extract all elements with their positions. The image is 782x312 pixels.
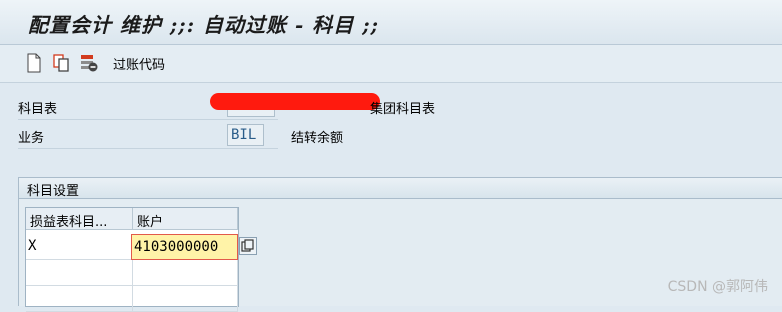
copy-icon[interactable] bbox=[52, 53, 70, 73]
value-help-icon bbox=[241, 239, 254, 252]
empty-cell[interactable] bbox=[133, 286, 238, 312]
chart-of-accounts-desc: 集团科目表 bbox=[370, 102, 436, 117]
group-title: 科目设置 bbox=[27, 184, 80, 199]
empty-cell[interactable] bbox=[26, 260, 133, 286]
chart-of-accounts-label: 科目表 bbox=[18, 102, 58, 117]
account-table: 损益表科目... 账户 X 4103000000 bbox=[25, 207, 239, 312]
transaction-label: 业务 bbox=[18, 131, 45, 146]
account-input[interactable]: 4103000000 bbox=[131, 234, 238, 260]
redaction-mark bbox=[210, 93, 380, 110]
window-title: 配置会计 维护 ;;: 自动过账 - 科目 ;; bbox=[28, 13, 379, 37]
cell-pl-type[interactable]: X bbox=[26, 234, 133, 260]
transaction-field[interactable]: BIL bbox=[227, 124, 264, 146]
toolbar: 过账代码 bbox=[0, 45, 782, 83]
posting-key-button[interactable]: 过账代码 bbox=[113, 54, 165, 73]
watermark: CSDN @郭阿伟 bbox=[667, 279, 768, 295]
divider bbox=[18, 148, 278, 149]
value-help-button[interactable] bbox=[239, 237, 257, 255]
title-bar: 配置会计 维护 ;;: 自动过账 - 科目 ;; bbox=[0, 0, 782, 45]
group-header: 科目设置 bbox=[19, 178, 782, 199]
empty-cell[interactable] bbox=[26, 286, 133, 312]
divider bbox=[18, 119, 278, 120]
transaction-desc: 结转余额 bbox=[291, 131, 344, 146]
column-header-account[interactable]: 账户 bbox=[133, 208, 238, 230]
empty-cell[interactable] bbox=[133, 260, 238, 286]
column-header-pl-type[interactable]: 损益表科目... bbox=[26, 208, 133, 230]
new-entry-icon[interactable] bbox=[25, 53, 43, 73]
delete-icon[interactable] bbox=[80, 53, 98, 73]
